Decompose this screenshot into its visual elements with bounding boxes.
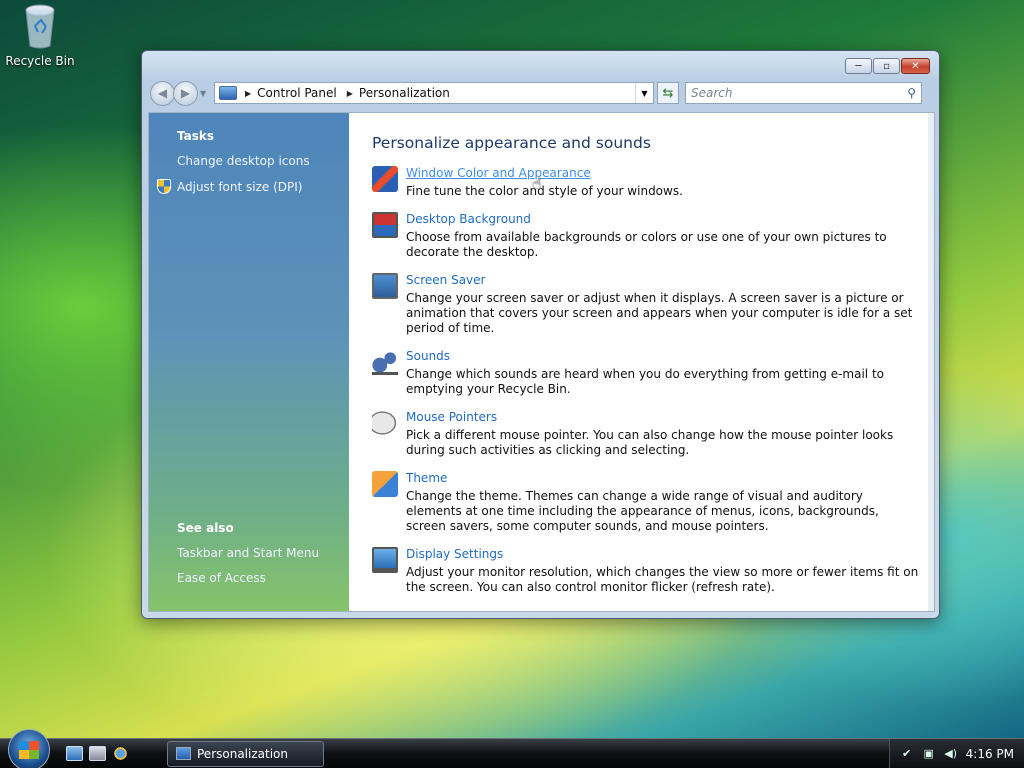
display-settings-link[interactable]: Display Settings: [406, 547, 503, 561]
theme-description: Change the theme. Themes can change a wi…: [406, 489, 879, 533]
breadcrumb-control-panel[interactable]: Control Panel: [257, 86, 337, 100]
taskbar-button-personalization[interactable]: Personalization: [167, 740, 324, 767]
navigation-bar: ◀ ▶ ▼ ▶ Control Panel ▶ Personalization …: [150, 79, 931, 107]
network-icon[interactable]: ▣: [922, 747, 936, 761]
list-item: Window Color and Appearance Fine tune th…: [372, 166, 934, 199]
task-change-desktop-icons[interactable]: Change desktop icons: [177, 154, 349, 168]
internet-explorer-icon[interactable]: [112, 746, 129, 761]
control-panel-icon: [176, 747, 191, 760]
breadcrumb-personalization[interactable]: Personalization: [359, 86, 450, 100]
window-color-description: Fine tune the color and style of your wi…: [406, 184, 683, 198]
address-bar[interactable]: ▶ Control Panel ▶ Personalization ▼: [214, 82, 654, 104]
forward-arrow-icon: ▶: [180, 86, 191, 100]
breadcrumb-chevron-icon[interactable]: ▶: [245, 89, 251, 98]
list-item: Sounds Change which sounds are heard whe…: [372, 349, 934, 397]
page-title: Personalize appearance and sounds: [372, 134, 651, 152]
start-button[interactable]: [8, 728, 50, 768]
window-color-link[interactable]: Window Color and Appearance: [406, 166, 591, 180]
maximize-button[interactable]: ▫: [873, 58, 900, 74]
recent-pages-dropdown-icon[interactable]: ▼: [200, 89, 212, 98]
window-color-icon[interactable]: [372, 166, 398, 192]
show-desktop-icon[interactable]: [66, 746, 83, 761]
address-dropdown-icon[interactable]: ▼: [635, 83, 653, 103]
minimize-button[interactable]: ─: [845, 58, 872, 74]
theme-icon[interactable]: [372, 471, 398, 497]
desktop-background-link[interactable]: Desktop Background: [406, 212, 531, 226]
screen-saver-icon[interactable]: [372, 273, 398, 299]
control-panel-icon: [219, 86, 237, 100]
recycle-bin-desktop-icon[interactable]: Recycle Bin: [4, 2, 76, 68]
back-arrow-icon: ◀: [157, 86, 168, 100]
display-settings-description: Adjust your monitor resolution, which ch…: [406, 565, 919, 594]
scrollbar[interactable]: [928, 113, 934, 611]
list-item: Mouse Pointers Pick a different mouse po…: [372, 410, 934, 458]
theme-link[interactable]: Theme: [406, 471, 447, 485]
main-pane: Personalize appearance and sounds Window…: [349, 113, 934, 611]
windows-logo-icon: [19, 740, 39, 759]
desktop-background-icon[interactable]: [372, 212, 398, 238]
recycle-bin-icon: [21, 2, 59, 50]
see-also-header: See also: [177, 521, 234, 535]
quick-launch: [66, 746, 129, 761]
refresh-icon: ⇆: [662, 85, 674, 101]
display-settings-icon[interactable]: [372, 547, 398, 573]
list-item: Screen Saver Change your screen saver or…: [372, 273, 934, 336]
see-also-ease-of-access[interactable]: Ease of Access: [177, 571, 319, 585]
see-also-taskbar-start-menu[interactable]: Taskbar and Start Menu: [177, 546, 319, 560]
switch-windows-icon[interactable]: [89, 746, 106, 761]
task-adjust-font-size-label: Adjust font size (DPI): [177, 179, 303, 194]
list-item: Theme Change the theme. Themes can chang…: [372, 471, 934, 534]
sounds-link[interactable]: Sounds: [406, 349, 450, 363]
search-input[interactable]: Search ⚲: [685, 82, 922, 104]
taskbar: Personalization ✔ ▣ ◀) 4:16 PM: [0, 728, 1024, 768]
clock[interactable]: 4:16 PM: [966, 747, 1014, 761]
see-also-section: See also Taskbar and Start Menu Ease of …: [177, 521, 319, 596]
task-adjust-font-size[interactable]: Adjust font size (DPI): [157, 179, 349, 194]
mouse-pointer-icon[interactable]: [372, 410, 398, 436]
volume-icon[interactable]: ◀): [944, 747, 958, 761]
sounds-icon[interactable]: [372, 349, 398, 375]
recycle-bin-label: Recycle Bin: [5, 54, 75, 68]
mouse-pointers-link[interactable]: Mouse Pointers: [406, 410, 497, 424]
back-button[interactable]: ◀: [150, 80, 175, 106]
list-item: Desktop Background Choose from available…: [372, 212, 934, 260]
mouse-pointers-description: Pick a different mouse pointer. You can …: [406, 428, 894, 457]
taskbar-button-label: Personalization: [197, 746, 288, 761]
screen-saver-description: Change your screen saver or adjust when …: [406, 291, 913, 335]
task-pane: Tasks Change desktop icons Adjust font s…: [149, 113, 349, 611]
refresh-button[interactable]: ⇆: [657, 82, 679, 104]
sounds-description: Change which sounds are heard when you d…: [406, 367, 884, 396]
screen-saver-link[interactable]: Screen Saver: [406, 273, 485, 287]
uac-shield-icon: [157, 179, 171, 194]
list-item: Display Settings Adjust your monitor res…: [372, 547, 934, 595]
personalization-window: ─ ▫ ✕ ◀ ▶ ▼ ▶ Control Panel ▶ Personaliz…: [141, 50, 940, 619]
breadcrumb-chevron-icon[interactable]: ▶: [347, 89, 353, 98]
tasks-header: Tasks: [177, 129, 215, 143]
system-tray: ✔ ▣ ◀) 4:16 PM: [888, 738, 1024, 768]
close-button[interactable]: ✕: [901, 58, 930, 74]
search-icon[interactable]: ⚲: [907, 86, 916, 100]
forward-button[interactable]: ▶: [173, 80, 198, 106]
search-placeholder: Search: [691, 86, 733, 100]
security-center-icon[interactable]: ✔: [900, 747, 914, 761]
hand-cursor-icon: ☝: [532, 174, 542, 193]
caption-buttons: ─ ▫ ✕: [845, 58, 930, 74]
desktop-background-description: Choose from available backgrounds or col…: [406, 230, 887, 259]
